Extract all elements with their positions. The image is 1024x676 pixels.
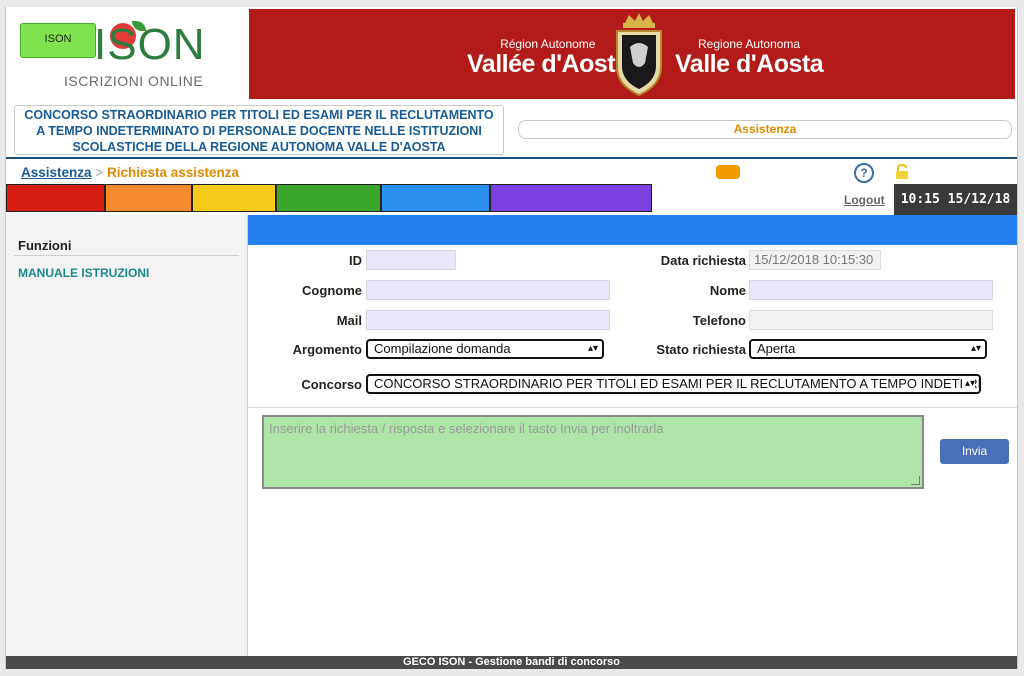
region-banner: Région Autonome Vallée d'Aoste Regione A… [249,9,1015,99]
ison-badge[interactable]: ISON [20,23,96,58]
resize-handle-icon[interactable] [911,476,920,485]
color-tab-purple[interactable] [490,184,652,212]
telefono-label: Telefono [692,313,746,328]
concorso-label: Concorso [301,377,362,392]
assistance-link[interactable]: Assistenza [518,120,1012,139]
region-right-small: Regione Autonoma [698,37,801,51]
color-tab-red[interactable] [6,184,105,212]
sidebar-item-manuale-istruzioni[interactable]: MANUALE ISTRUZIONI [18,266,149,280]
ison-logo: ISON ISON ISCRIZIONI ONLINE [6,7,249,99]
app-frame: ISON ISON ISCRIZIONI ONLINE Région Auton… [5,7,1018,669]
stato-richiesta-label: Stato richiesta [656,342,746,357]
breadcrumb-link-assistenza[interactable]: Assistenza [21,165,92,180]
concorso-value: CONCORSO STRAORDINARIO PER TITOLI ED ESA… [374,376,981,391]
id-label: ID [349,253,362,268]
region-shield-icon [616,13,662,97]
data-richiesta-label: Data richiesta [660,253,746,268]
mail-label: Mail [336,313,362,328]
select-arrows-icon: ▴▾ [587,343,598,354]
header-divider [6,157,1017,159]
region-left-small: Région Autonome [500,37,596,51]
select-arrows-icon: ▴▾ [970,343,981,354]
contest-title-line: SCOLASTICHE DELLA REGIONE AUTONOMA VALLE… [72,140,446,154]
form-divider [248,407,1017,408]
clock-display: 10:15 15/12/18 [894,184,1017,215]
color-tab-orange[interactable] [105,184,192,212]
region-left: Région Autonome Vallée d'Aoste [467,37,629,77]
region-left-big: Vallée d'Aoste [467,50,629,78]
request-placeholder: Inserire la richiesta / risposta e selez… [269,421,664,436]
nome-label: Nome [709,283,746,298]
notification-pill-icon[interactable] [716,165,740,179]
breadcrumb-current: Richiesta assistenza [106,165,240,180]
nome-field[interactable] [749,280,993,300]
argomento-value: Compilazione domanda [374,341,511,356]
logo-text: ISON [94,20,206,69]
cognome-label: Cognome [302,283,362,298]
select-arrows-icon: ▴▾ [961,376,975,392]
request-textarea[interactable]: Inserire la richiesta / risposta e selez… [262,415,924,489]
sidebar-title: Funzioni [18,238,72,253]
stato-richiesta-select[interactable]: Aperta ▴▾ [749,339,987,359]
contest-title-line: A TEMPO INDETERMINATO DI PERSONALE DOCEN… [36,124,482,138]
contest-title: CONCORSO STRAORDINARIO PER TITOLI ED ESA… [14,105,504,155]
logo-subtitle: ISCRIZIONI ONLINE [64,73,204,89]
color-tab-yellow[interactable] [192,184,276,212]
region-right-big: Valle d'Aosta [675,50,824,78]
mail-field[interactable] [366,310,610,330]
form-header-strip [248,215,1017,245]
footer: GECO ISON - Gestione bandi di concorso [6,656,1017,669]
concorso-select[interactable]: CONCORSO STRAORDINARIO PER TITOLI ED ESA… [366,374,981,394]
color-tab-green[interactable] [276,184,381,212]
sidebar-divider [14,255,239,256]
breadcrumb: Assistenza > Richiesta assistenza [21,165,239,180]
contest-title-line: CONCORSO STRAORDINARIO PER TITOLI ED ESA… [24,108,494,122]
argomento-select[interactable]: Compilazione domanda ▴▾ [366,339,604,359]
telefono-field[interactable] [749,310,993,330]
breadcrumb-separator: > [95,165,104,180]
data-richiesta-field: 15/12/2018 10:15:30 [749,250,881,270]
logout-link[interactable]: Logout [844,193,885,207]
sidebar: Funzioni MANUALE ISTRUZIONI [6,215,248,656]
help-icon[interactable]: ? [854,163,874,183]
region-right: Regione Autonoma Valle d'Aosta [675,37,824,78]
cognome-field[interactable] [366,280,610,300]
lock-icon[interactable] [895,164,909,180]
argomento-label: Argomento [292,342,362,357]
color-tab-blue[interactable] [381,184,490,212]
stato-richiesta-value: Aperta [757,341,796,356]
send-button[interactable]: Invia [940,439,1009,464]
id-field[interactable] [366,250,456,270]
